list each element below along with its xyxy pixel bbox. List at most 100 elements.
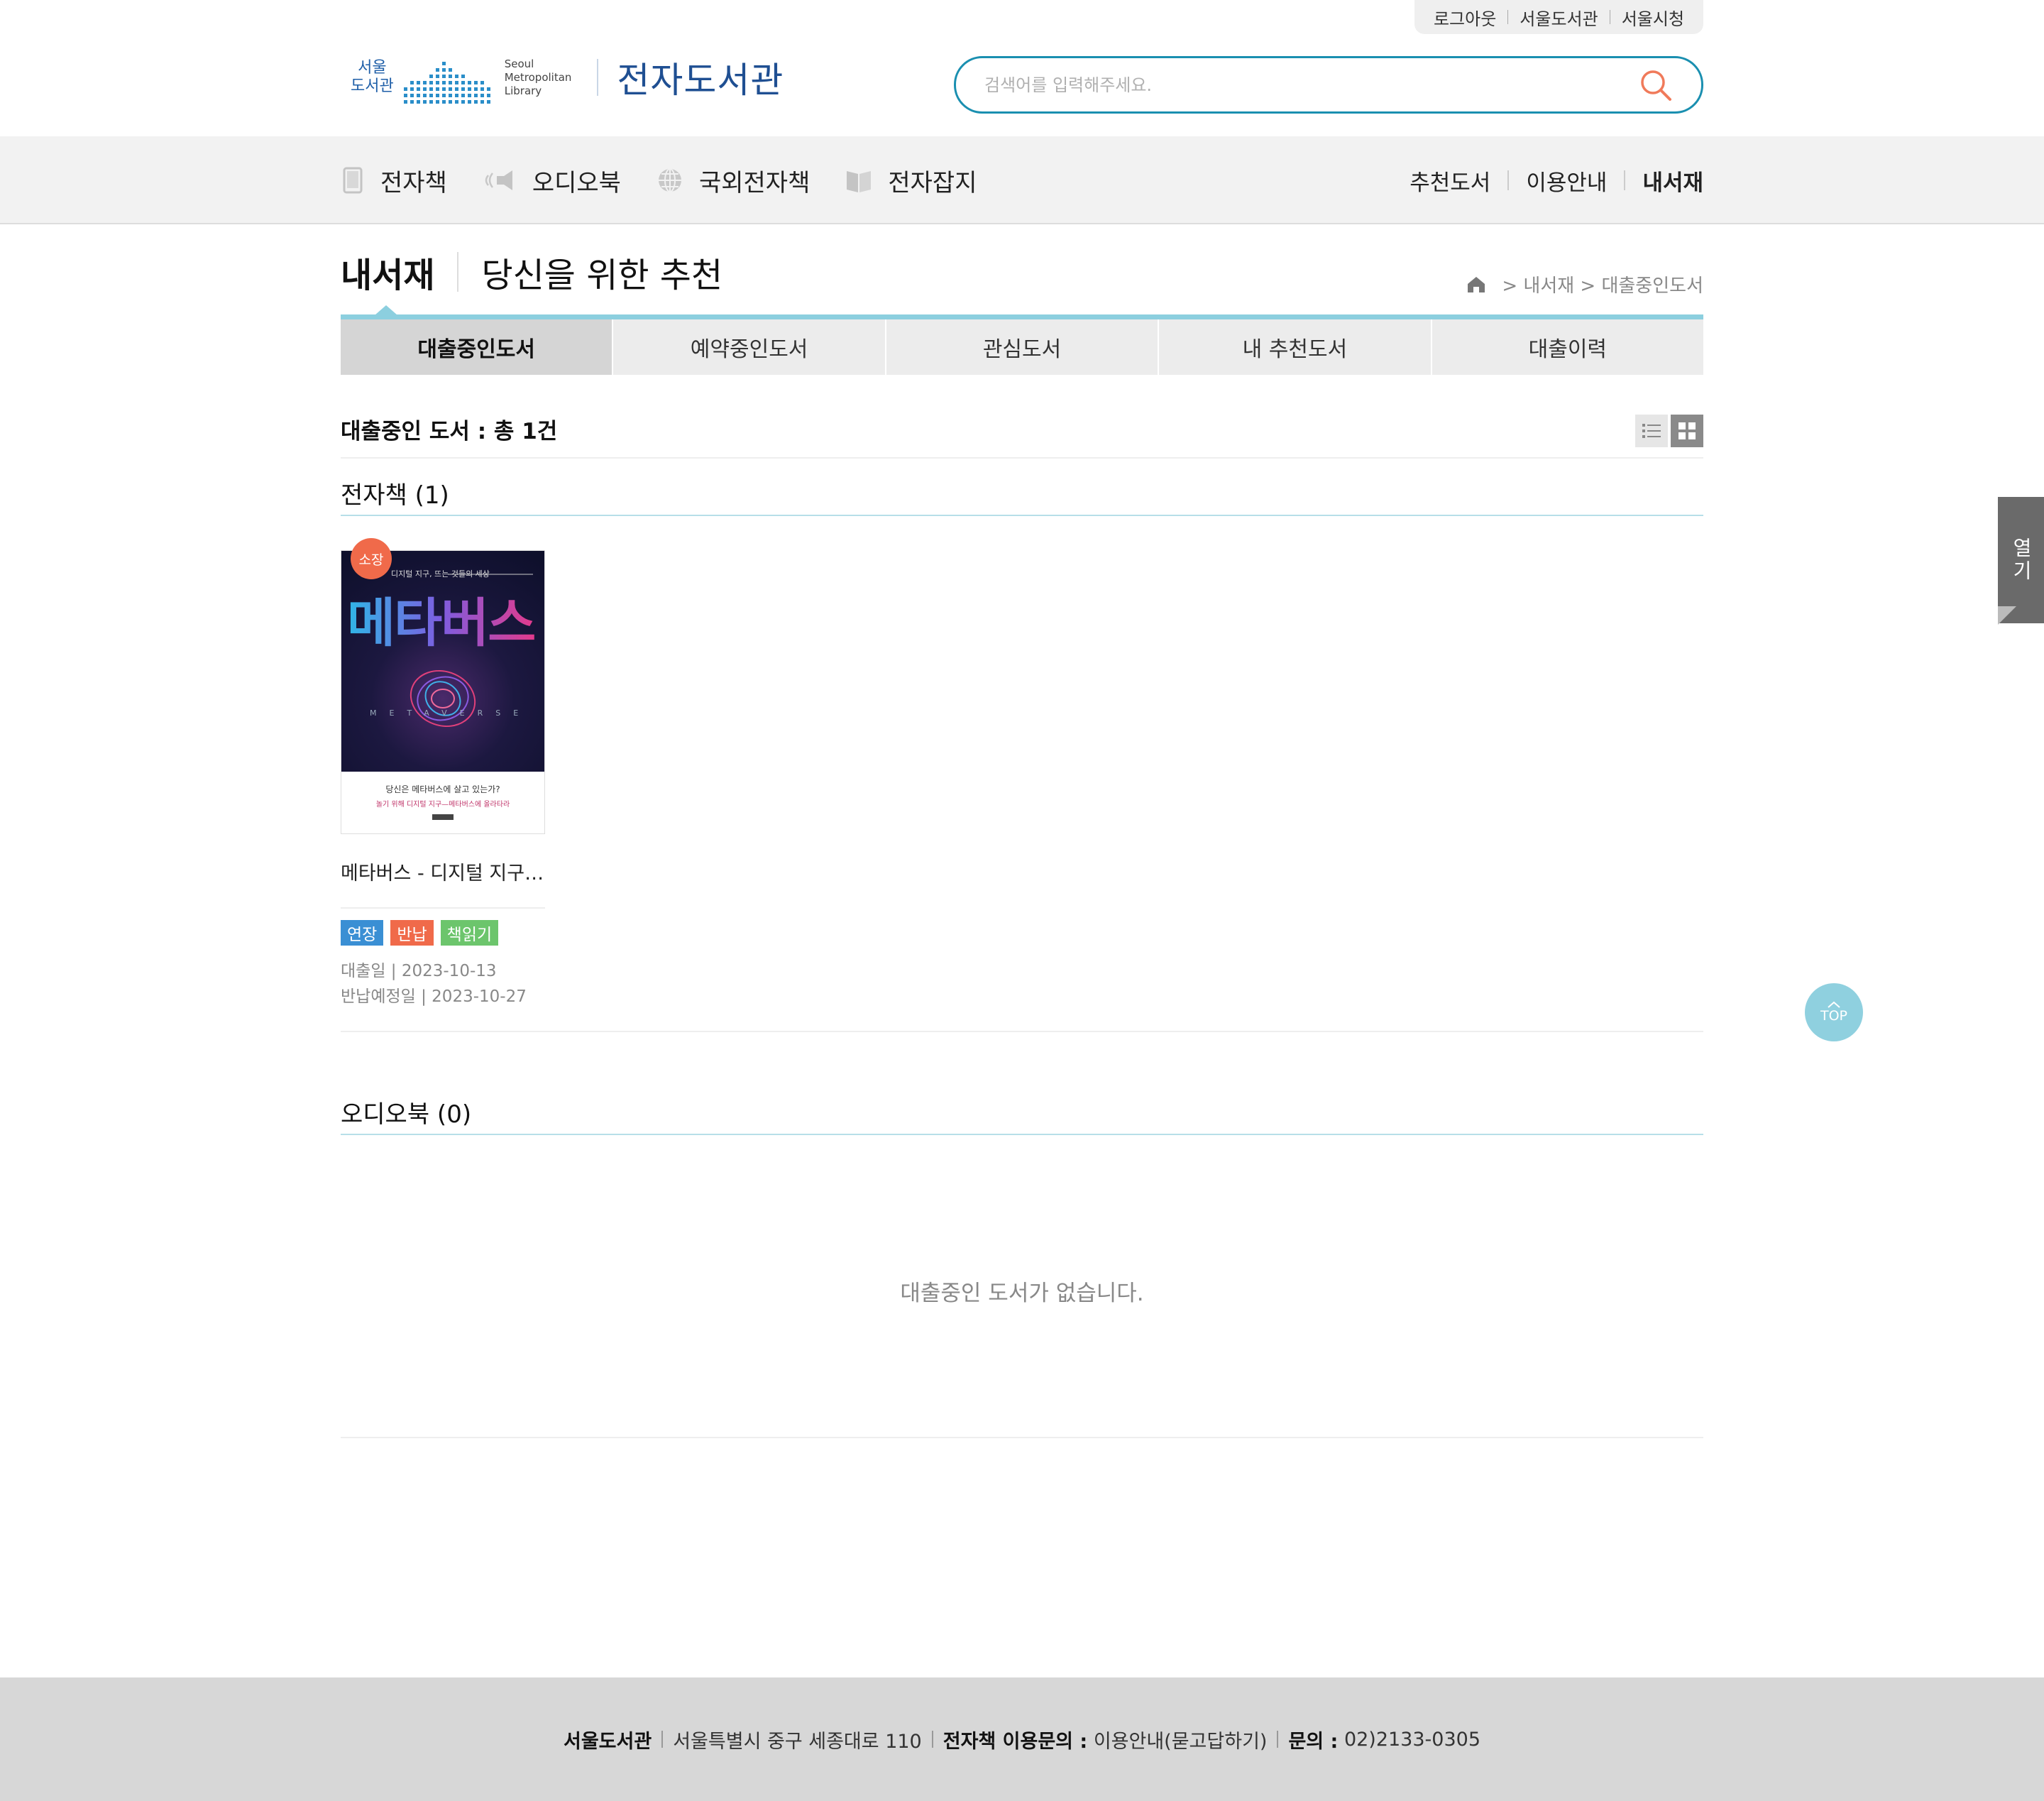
nav-recommended[interactable]: 추천도서 — [1410, 165, 1490, 197]
my-library-tabs: 대출중인도서 예약중인도서 관심도서 내 추천도서 대출이력 — [341, 319, 1703, 375]
publisher-logo-icon — [432, 814, 454, 820]
grid-view-button[interactable] — [1671, 415, 1703, 447]
footer-address: 서울특별시 중구 세종대로 110 — [673, 1730, 922, 1753]
utility-bar: 로그아웃 서울도서관 서울시청 — [1414, 0, 1703, 34]
loan-date: 대출일 | 2023-10-13 — [341, 962, 497, 980]
nav-ebook[interactable]: 전자책 — [341, 163, 447, 198]
nav-foreign-ebook[interactable]: 국외전자책 — [656, 163, 810, 198]
footer-inquiry-label: 전자책 이용문의 : — [943, 1730, 1088, 1753]
cover-line1: 당신은 메타버스에 살고 있는가? — [385, 784, 500, 794]
list-view-button[interactable] — [1635, 415, 1668, 447]
nav-my-library[interactable]: 내서재 — [1642, 165, 1703, 197]
divider — [1624, 170, 1626, 190]
cover-title: 메타버스 — [347, 581, 536, 657]
title-divider — [457, 252, 459, 292]
nav-guide[interactable]: 이용안내 — [1526, 165, 1607, 197]
speaker-icon — [485, 170, 512, 190]
book-card[interactable]: 디지털 지구, 뜨는 것들의 세상 메타버스 METAVERSE 당신은 메타버… — [341, 550, 545, 834]
site-title: 전자도서관 — [617, 60, 784, 101]
footer-org: 서울도서관 — [564, 1730, 652, 1753]
search-box — [954, 56, 1703, 114]
due-date: 반납예정일 | 2023-10-27 — [341, 987, 527, 1006]
tab-borrowed[interactable]: 대출중인도서 — [341, 319, 614, 375]
side-open-tab[interactable]: 열기 — [1998, 497, 2044, 625]
list-icon — [1642, 424, 1661, 438]
footer: 서울도서관 서울특별시 중구 세종대로 110 전자책 이용문의 : 이용안내(… — [0, 1677, 2044, 1801]
owned-badge: 소장 — [351, 538, 392, 579]
cover-line2: 놀기 위해 디지털 지구—메타버스에 올라타라 — [375, 801, 510, 809]
audiobook-section-title: 오디오북 (0) — [341, 1100, 472, 1129]
tab-pointer — [375, 305, 397, 315]
logo-kr-line1: 서울 — [358, 59, 387, 77]
footer-inquiry-link[interactable]: 이용안내(묻고답하기) — [1094, 1726, 1268, 1753]
logo-en-line2: Metropolitan — [504, 70, 572, 84]
scroll-top-button[interactable]: TOP — [1805, 983, 1863, 1041]
chevron-up-icon — [1828, 1001, 1840, 1008]
book-cover[interactable]: 디지털 지구, 뜨는 것들의 세상 메타버스 METAVERSE 당신은 메타버… — [341, 550, 545, 834]
empty-message: 대출중인 도서가 없습니다. — [900, 1281, 1144, 1306]
footer-phone: 02)2133-0305 — [1344, 1728, 1480, 1751]
logo-en-text: Seoul Metropolitan Library — [505, 58, 572, 98]
tab-loan-history[interactable]: 대출이력 — [1432, 319, 1703, 375]
search-icon[interactable] — [1639, 68, 1673, 102]
page-title: 내서재 — [341, 256, 435, 295]
view-toggle — [1635, 415, 1703, 447]
footer-phone-label: 문의 : — [1288, 1730, 1339, 1753]
search-input[interactable] — [984, 75, 1639, 95]
tab-reserved[interactable]: 예약중인도서 — [613, 319, 886, 375]
nav-audiobook[interactable]: 오디오북 — [483, 163, 621, 198]
tab-my-recommendations[interactable]: 내 추천도서 — [1159, 319, 1432, 375]
return-button[interactable]: 반납 — [390, 920, 434, 946]
divider — [931, 1731, 933, 1748]
divider — [341, 457, 1703, 459]
tab-top-line — [341, 314, 1703, 319]
logout-link[interactable]: 로그아웃 — [1434, 5, 1496, 30]
breadcrumb-path[interactable]: > 내서재 > 대출중인도서 — [1502, 271, 1703, 297]
nav-emagazine[interactable]: 전자잡지 — [845, 163, 977, 198]
globe-icon — [658, 168, 681, 192]
section-line — [341, 1134, 1703, 1135]
divider — [1507, 10, 1509, 24]
seoul-library-link[interactable]: 서울도서관 — [1520, 5, 1598, 30]
site-logo[interactable]: 서울 도서관 Seoul Metropolitan Library 전자도서관 — [351, 47, 784, 108]
page-subtitle[interactable]: 당신을 위한 추천 — [481, 247, 722, 297]
top-label: TOP — [1820, 1008, 1848, 1024]
divider — [341, 1437, 1703, 1438]
nav-emagazine-label: 전자잡지 — [888, 168, 977, 197]
nav-ebook-label: 전자책 — [380, 168, 447, 197]
borrowed-summary: 대출중인 도서 : 총 1건 — [341, 419, 558, 444]
fold-corner — [1998, 606, 2016, 625]
tablet-icon — [343, 167, 363, 194]
extend-button[interactable]: 연장 — [341, 920, 384, 946]
logo-divider — [597, 59, 599, 96]
divider — [341, 907, 545, 909]
main-navigation: 전자책 오디오북 국외전자책 전자잡지 추천도서 이용안내 내서재 — [0, 136, 2044, 224]
logo-kr-text: 서울 도서관 — [351, 59, 394, 96]
logo-kr-line2: 도서관 — [351, 77, 394, 95]
read-button[interactable]: 책읽기 — [440, 920, 499, 946]
divider — [1507, 170, 1510, 190]
tab-wishlist[interactable]: 관심도서 — [886, 319, 1160, 375]
home-icon[interactable] — [1466, 275, 1486, 294]
ebook-section-title: 전자책 (1) — [341, 481, 449, 510]
section-line — [341, 515, 1703, 516]
cover-subtitle: 디지털 지구, 뜨는 것들의 세상 — [391, 569, 490, 579]
divider — [1277, 1731, 1279, 1748]
book-actions: 연장 반납 책읽기 — [341, 920, 499, 946]
divider — [661, 1731, 664, 1748]
breadcrumb: > 내서재 > 대출중인도서 — [1466, 271, 1703, 297]
side-open-label: 열기 — [2009, 537, 2033, 583]
cover-meta: METAVERSE — [370, 708, 532, 718]
nav-foreign-ebook-label: 국외전자책 — [698, 168, 811, 197]
logo-dots-icon — [403, 62, 490, 104]
logo-en-line1: Seoul — [504, 57, 534, 70]
seoul-city-link[interactable]: 서울시청 — [1622, 5, 1684, 30]
magazine-icon — [847, 171, 872, 192]
loan-dates: 대출일 | 2023-10-13 반납예정일 | 2023-10-27 — [341, 958, 527, 1009]
nav-audiobook-label: 오디오북 — [532, 168, 621, 197]
logo-en-line3: Library — [504, 84, 542, 97]
page-header: 내서재 당신을 위한 추천 — [341, 247, 722, 297]
book-title[interactable]: 메타버스 - 디지털 지구, 뜨는 것들의 세상 — [341, 858, 545, 885]
divider — [341, 1031, 1703, 1032]
cover-bottom: 당신은 메타버스에 살고 있는가? 놀기 위해 디지털 지구—메타버스에 올라타… — [341, 772, 544, 833]
